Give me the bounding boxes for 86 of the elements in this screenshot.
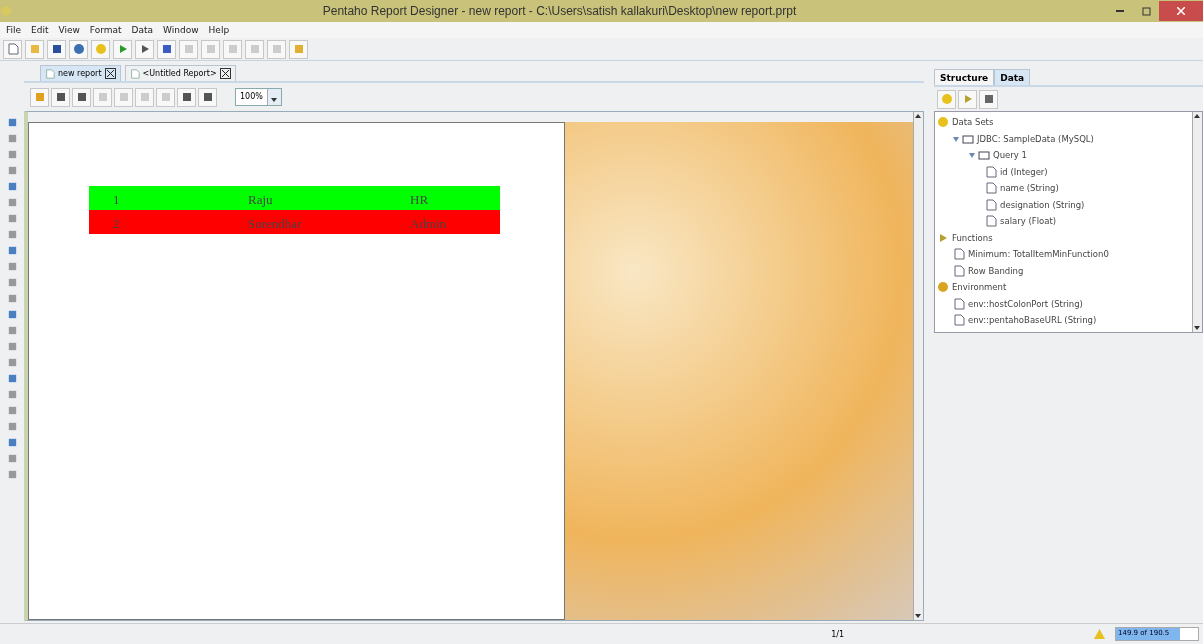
report-cell-text: 1 xyxy=(112,191,121,209)
database-icon xyxy=(937,116,949,129)
close-icon[interactable] xyxy=(104,68,116,79)
tree-item[interactable]: Functions xyxy=(952,232,993,243)
document-tab[interactable]: <Untitled Report> xyxy=(124,65,236,81)
previous-page-button[interactable] xyxy=(114,87,133,107)
document-icon xyxy=(953,314,965,327)
expand-handle-icon[interactable] xyxy=(953,134,959,143)
close-icon[interactable] xyxy=(219,68,231,79)
report-cell-text: 2 xyxy=(112,215,121,233)
menu-item[interactable]: Window xyxy=(163,25,199,35)
menu-item[interactable]: View xyxy=(58,25,80,35)
document-icon xyxy=(953,264,965,277)
save-button[interactable] xyxy=(47,39,66,59)
tree-item[interactable]: JDBC: SampleData (MySQL) xyxy=(977,133,1094,144)
document-icon xyxy=(985,165,997,178)
cut-button[interactable] xyxy=(201,39,220,59)
menu-item[interactable]: Help xyxy=(208,25,230,35)
zoom-in-button[interactable] xyxy=(177,87,196,107)
new-document-icon xyxy=(6,43,19,55)
menu-item[interactable]: File xyxy=(6,25,22,35)
globe-button[interactable] xyxy=(69,39,88,59)
scroll-up-icon[interactable] xyxy=(914,112,922,120)
menu-item[interactable]: Data xyxy=(131,25,154,35)
paste-button[interactable] xyxy=(245,39,264,59)
report-cell-text: Raju xyxy=(247,191,274,209)
menu-item[interactable]: Edit xyxy=(31,25,49,35)
new-document-button[interactable] xyxy=(3,39,22,59)
document-icon xyxy=(985,198,997,211)
scroll-up-icon[interactable] xyxy=(1193,112,1201,120)
report-cell-text: Surendhar xyxy=(247,215,303,233)
minimize-icon xyxy=(1116,10,1124,12)
add-function-button[interactable] xyxy=(958,89,977,109)
page-indicator: 1/1 xyxy=(831,629,844,639)
tree-item[interactable]: Minimum: TotalItemMinFunction0 xyxy=(968,249,1109,260)
tree-item[interactable]: Row Banding xyxy=(968,265,1024,276)
tree-item[interactable]: id (Integer) xyxy=(1000,166,1048,177)
document-tab[interactable]: new report xyxy=(40,65,121,81)
database-icon xyxy=(940,93,953,105)
copy-button[interactable] xyxy=(223,39,242,59)
tree-item[interactable]: Data Sets xyxy=(952,117,994,128)
function-icon xyxy=(937,231,949,244)
tree-item[interactable]: env::hostColonPort (String) xyxy=(968,298,1083,309)
tree-item[interactable]: Environment xyxy=(952,282,1007,293)
publish-button[interactable] xyxy=(289,39,308,59)
close-icon xyxy=(1177,7,1185,15)
tree-item[interactable]: salary (Float) xyxy=(1000,216,1057,227)
tree-item[interactable]: designation (String) xyxy=(1000,199,1085,210)
next-page-button[interactable] xyxy=(135,87,154,107)
expand-handle-icon[interactable] xyxy=(969,151,975,160)
tree-scrollbar[interactable] xyxy=(1192,112,1202,332)
document-icon xyxy=(953,248,965,261)
zoom-select[interactable]: 100% xyxy=(235,88,282,106)
panel-tab[interactable]: Structure xyxy=(934,69,995,85)
document-icon xyxy=(953,297,965,310)
play-button[interactable] xyxy=(113,39,132,59)
zoom-out-button[interactable] xyxy=(198,87,217,107)
app-logo-icon xyxy=(0,5,12,17)
window-title: Pentaho Report Designer - new report - C:\Users\satish kallakuri\Desktop\new report.prpt xyxy=(321,4,798,18)
add-parameter-button[interactable] xyxy=(979,89,998,109)
panel-tab[interactable]: Data xyxy=(994,69,1031,85)
pointer-button[interactable] xyxy=(135,39,154,59)
scroll-down-icon[interactable] xyxy=(1193,324,1201,332)
delete-button[interactable] xyxy=(267,39,286,59)
document-icon xyxy=(985,182,997,195)
scroll-down-icon[interactable] xyxy=(914,612,922,620)
tree-item[interactable]: name (String) xyxy=(1000,183,1059,194)
warning-icon xyxy=(1094,629,1105,639)
add-datasource-button[interactable] xyxy=(937,89,956,109)
vertical-scrollbar[interactable] xyxy=(913,112,923,620)
database-icon xyxy=(94,43,107,55)
close-button[interactable] xyxy=(1159,1,1203,21)
environment-icon xyxy=(937,281,949,294)
menu-item[interactable]: Format xyxy=(89,25,122,35)
print-button[interactable] xyxy=(51,87,70,107)
print-preview-button[interactable] xyxy=(72,87,91,107)
restore-icon xyxy=(1141,6,1151,16)
document-icon xyxy=(45,68,55,79)
document-icon xyxy=(985,215,997,228)
undo-button[interactable] xyxy=(157,39,176,59)
tree-item[interactable]: env::pentahoBaseURL (String) xyxy=(968,315,1097,326)
report-cell-text: HR xyxy=(409,191,430,209)
report-cell-text: Admin xyxy=(409,215,448,233)
document-icon xyxy=(129,68,140,79)
tree-item[interactable]: Query 1 xyxy=(993,150,1027,161)
dropdown-arrow-icon xyxy=(271,97,278,102)
